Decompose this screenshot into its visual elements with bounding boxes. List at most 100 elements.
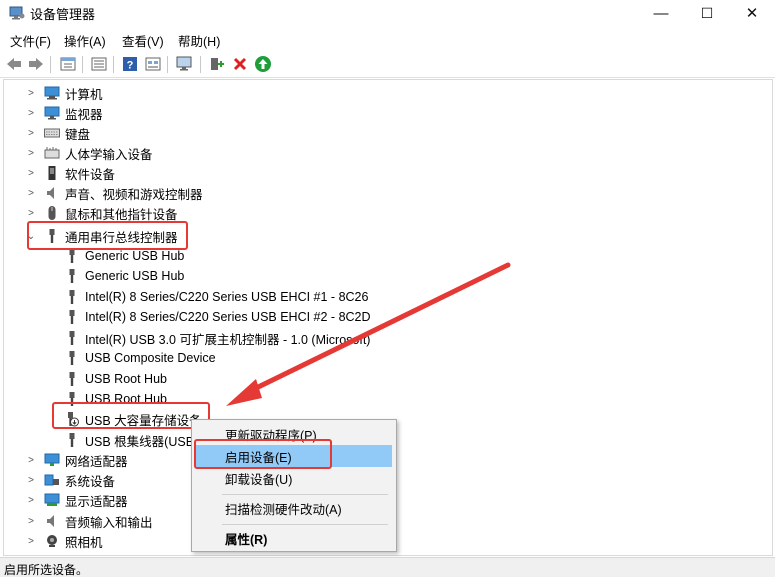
camera-icon [44, 533, 60, 549]
tree-item-mouse[interactable]: > 鼠标和其他指针设备 [4, 203, 772, 223]
tree-item-label: 人体学输入设备 [65, 147, 153, 162]
close-button[interactable]: ✕ [729, 0, 775, 26]
minimize-button[interactable]: — [638, 0, 684, 26]
tree-item-usb-device[interactable]: Intel(R) 8 Series/C220 Series USB EHCI #… [4, 307, 772, 327]
tree-item-software[interactable]: > 软件设备 [4, 163, 772, 183]
tree-item-usb-device[interactable]: USB Root Hub [4, 369, 772, 389]
usb-icon [64, 432, 80, 448]
maximize-button[interactable]: ☐ [684, 0, 730, 26]
update-driver-icon[interactable] [253, 55, 273, 73]
back-arrow-icon[interactable] [4, 55, 24, 73]
properties-icon[interactable] [58, 55, 78, 73]
tree-item-label: 音频输入和输出 [65, 515, 153, 530]
tree-item-label: 监视器 [65, 107, 103, 122]
tree-item-label: 系统设备 [65, 474, 116, 489]
chevron-right-icon[interactable]: > [26, 128, 36, 139]
chevron-right-icon[interactable]: > [26, 108, 36, 119]
tree-item-label: 软件设备 [65, 167, 116, 182]
menu-help[interactable]: 帮助(H) [178, 31, 220, 50]
highlight-usb-category [27, 221, 188, 250]
chevron-right-icon[interactable]: > [26, 536, 36, 547]
tree-item-label: Intel(R) USB 3.0 可扩展主机控制器 - 1.0 (Microso… [85, 332, 371, 347]
tree-item-label: Generic USB Hub [85, 269, 185, 283]
tree-item-label: 声音、视频和游戏控制器 [65, 187, 203, 202]
status-bar: 启用所选设备。 [0, 557, 775, 577]
toolbar-separator [113, 56, 114, 73]
menu-uninstall-device[interactable]: 卸载设备(U) [196, 467, 392, 489]
tree-item-label: USB Composite Device [85, 351, 216, 365]
chevron-right-icon[interactable]: > [26, 148, 36, 159]
chevron-right-icon[interactable]: > [26, 455, 36, 466]
device-view-icon[interactable] [143, 55, 163, 73]
highlight-mass-storage [52, 402, 210, 429]
title-bar: 设备管理器 — ☐ ✕ [0, 0, 775, 26]
tree-item-label: USB Root Hub [85, 372, 167, 386]
display-adapter-icon [44, 492, 60, 508]
tree-item-label: 键盘 [65, 127, 91, 142]
window-title: 设备管理器 [30, 7, 96, 22]
chevron-right-icon[interactable]: > [26, 475, 36, 486]
software-device-icon [44, 165, 60, 181]
tree-item-usb-device[interactable]: USB Composite Device [4, 348, 772, 368]
toolbar-separator [200, 56, 201, 73]
menu-view[interactable]: 查看(V) [122, 31, 164, 50]
chevron-right-icon[interactable]: > [26, 208, 36, 219]
highlight-enable-device [194, 439, 332, 469]
computer-icon [44, 85, 60, 101]
add-driver-icon[interactable] [207, 55, 227, 73]
tree-item-monitor[interactable]: > 监视器 [4, 103, 772, 123]
tree-item-label: 照相机 [65, 535, 103, 550]
tree-item-label: Intel(R) 8 Series/C220 Series USB EHCI #… [85, 290, 369, 304]
mouse-icon [44, 205, 60, 221]
usb-icon [64, 268, 80, 284]
toolbar-separator [50, 56, 51, 73]
menu-scan-hardware[interactable]: 扫描检测硬件改动(A) [196, 497, 392, 519]
menu-action[interactable]: 操作(A) [64, 31, 106, 50]
tree-item-label: Generic USB Hub [85, 249, 185, 263]
chevron-right-icon[interactable]: > [26, 188, 36, 199]
tree-item-label: 显示适配器 [65, 494, 128, 509]
tree-item-usb-device[interactable]: Intel(R) USB 3.0 可扩展主机控制器 - 1.0 (Microso… [4, 328, 772, 348]
usb-icon [64, 248, 80, 264]
tree-item-sound[interactable]: > 声音、视频和游戏控制器 [4, 183, 772, 203]
device-manager-icon [9, 6, 25, 20]
chevron-right-icon[interactable]: > [26, 495, 36, 506]
usb-icon [64, 371, 80, 387]
hid-icon [44, 145, 60, 161]
usb-icon [64, 289, 80, 305]
svg-text:?: ? [127, 60, 134, 72]
chevron-right-icon[interactable]: > [26, 168, 36, 179]
menu-separator [222, 524, 388, 525]
tree-item-computer[interactable]: > 计算机 [4, 83, 772, 103]
tree-item-usb-device[interactable]: Intel(R) 8 Series/C220 Series USB EHCI #… [4, 287, 772, 307]
keyboard-icon [44, 125, 60, 141]
menu-properties[interactable]: 属性(R) [196, 527, 392, 549]
toolbar: ? [0, 51, 775, 78]
tree-item-keyboard[interactable]: > 键盘 [4, 123, 772, 143]
chevron-right-icon[interactable]: > [26, 516, 36, 527]
forward-arrow-icon[interactable] [26, 55, 46, 73]
menu-bar: 文件(F) 操作(A) 查看(V) 帮助(H) [0, 28, 775, 50]
status-text: 启用所选设备。 [4, 563, 89, 577]
tree-item-label: 鼠标和其他指针设备 [65, 207, 178, 222]
monitor-icon [44, 105, 60, 121]
tree-item-hid[interactable]: > 人体学输入设备 [4, 143, 772, 163]
toolbar-separator [167, 56, 168, 73]
monitor-scan-icon[interactable] [175, 55, 195, 73]
list-view-icon[interactable] [89, 55, 109, 73]
network-icon [44, 452, 60, 468]
tree-item-label: 计算机 [65, 87, 103, 102]
tree-item-usb-device[interactable]: Generic USB Hub [4, 266, 772, 286]
system-device-icon [44, 472, 60, 488]
usb-icon [64, 309, 80, 325]
menu-file[interactable]: 文件(F) [10, 31, 51, 50]
menu-separator [222, 494, 388, 495]
tree-item-label: Intel(R) 8 Series/C220 Series USB EHCI #… [85, 310, 371, 324]
chevron-right-icon[interactable]: > [26, 88, 36, 99]
remove-device-icon[interactable] [230, 55, 250, 73]
help-icon[interactable]: ? [120, 55, 140, 73]
usb-icon [64, 350, 80, 366]
toolbar-separator [82, 56, 83, 73]
tree-item-label: 网络适配器 [65, 454, 128, 469]
speaker-icon [44, 185, 60, 201]
